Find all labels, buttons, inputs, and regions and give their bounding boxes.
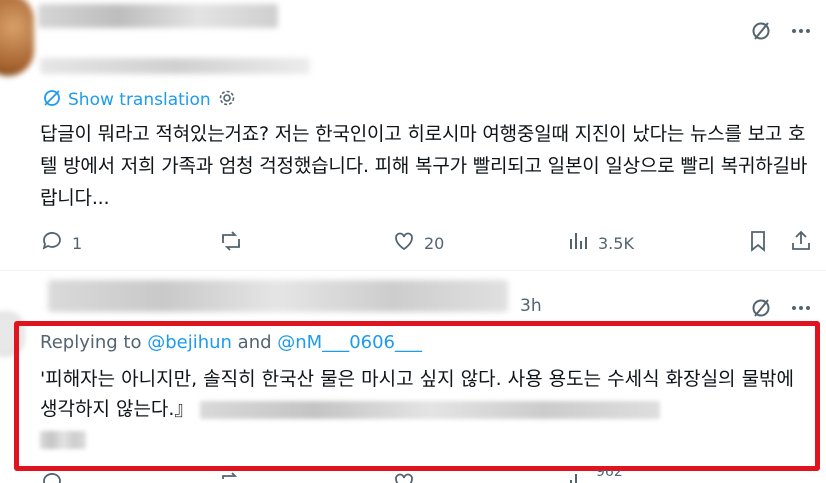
repost-action[interactable] (218, 228, 244, 258)
grok-slash-icon[interactable] (750, 20, 772, 42)
reply-action[interactable]: 1 (40, 228, 82, 258)
like-action[interactable]: 20 (392, 228, 444, 258)
more-icon[interactable] (790, 20, 812, 42)
highlight-box (14, 321, 820, 471)
settings-icon[interactable] (217, 88, 237, 113)
share-action[interactable] (790, 228, 812, 258)
reply-timestamp[interactable]: 3h (520, 296, 542, 316)
reply-author-redacted[interactable] (48, 280, 508, 312)
bookmark-icon (748, 229, 768, 257)
more-icon[interactable] (790, 297, 812, 319)
reply-actions-row: 962 (40, 470, 820, 483)
view-count: 3.5K (598, 233, 634, 253)
reply-count: 1 (72, 233, 83, 253)
show-translation-label: Show translation (68, 90, 211, 110)
views-icon[interactable] (568, 470, 590, 483)
bookmark-action[interactable] (748, 228, 768, 258)
author-handle-redacted (40, 58, 310, 74)
repost-icon[interactable] (218, 470, 244, 483)
author-name-redacted[interactable] (38, 4, 278, 28)
like-icon[interactable] (392, 470, 416, 483)
like-count: 20 (424, 233, 445, 253)
views-icon (568, 229, 590, 257)
translate-icon (42, 88, 62, 113)
avatar[interactable] (0, 0, 34, 76)
tweet-text: 답글이 뭐라고 적혀있는거죠? 저는 한국인이고 히로시마 여행중일때 지진이 … (40, 123, 808, 209)
views-action[interactable]: 3.5K (568, 228, 634, 258)
show-translation-link[interactable]: Show translation (42, 89, 237, 111)
share-icon (790, 229, 812, 257)
like-icon (392, 229, 416, 257)
reply-icon[interactable] (40, 470, 64, 483)
reply-icon (40, 229, 64, 257)
grok-slash-icon[interactable] (750, 297, 772, 319)
reply-view-count: 962 (596, 470, 623, 480)
divider (0, 270, 826, 271)
repost-icon (218, 229, 244, 257)
